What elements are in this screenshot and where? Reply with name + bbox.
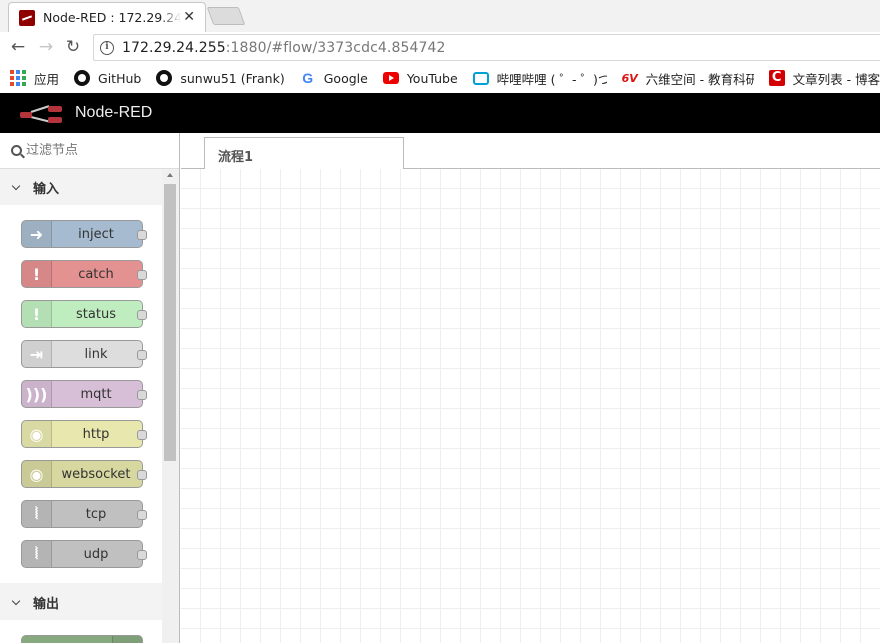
output-port — [137, 270, 147, 280]
github-icon — [156, 70, 173, 86]
bookmark-csdn[interactable]: C 文章列表 - 博客频道 — [768, 69, 880, 88]
palette-node-catch[interactable]: ! catch — [21, 260, 147, 288]
palette-category-input[interactable]: 输入 — [0, 170, 162, 205]
browser-tab[interactable]: Node-RED : 172.29.24.255 ✕ — [8, 2, 206, 32]
node-label: udp — [83, 546, 109, 562]
chevron-down-icon — [11, 596, 21, 606]
search-icon — [11, 145, 22, 156]
bookmark-label: GitHub — [98, 70, 142, 86]
palette-node-udp[interactable]: ⦚ udp — [21, 540, 147, 568]
url-text: 172.29.24.255:1880/#flow/3373cdc4.854742 — [122, 40, 446, 56]
address-bar[interactable]: i 172.29.24.255:1880/#flow/3373cdc4.8547… — [93, 34, 880, 61]
bilibili-icon — [472, 70, 489, 86]
bookmark-6v[interactable]: 6V 六维空间 - 教育科研 — [622, 69, 754, 88]
output-port — [137, 310, 147, 320]
scroll-up-icon[interactable] — [167, 173, 173, 177]
output-port — [137, 430, 147, 440]
scrollbar-thumb[interactable] — [164, 184, 176, 461]
site-info-icon[interactable]: i — [100, 40, 114, 55]
bookmark-apps[interactable]: 应用 — [10, 69, 59, 88]
output-port — [137, 470, 147, 480]
node-label: websocket — [61, 466, 131, 482]
palette-node-link[interactable]: ⇥ link — [21, 340, 147, 368]
node-red-logo-icon — [20, 102, 66, 124]
close-tab-icon[interactable]: ✕ — [183, 9, 195, 25]
palette-node-http[interactable]: ◉ http — [21, 420, 147, 448]
bookmark-label: YouTube — [406, 70, 458, 86]
browser-tab-strip: Node-RED : 172.29.24.255 ✕ — [0, 0, 880, 32]
back-arrow-icon[interactable]: ← — [8, 37, 28, 57]
tab-flow-1[interactable]: 流程1 — [204, 137, 404, 170]
output-port — [137, 390, 147, 400]
palette-node-tcp[interactable]: ⦚ tcp — [21, 500, 147, 528]
bookmark-label: 文章列表 - 博客频道 — [792, 71, 880, 87]
new-tab-button[interactable] — [206, 7, 246, 25]
palette-node-mqtt[interactable]: ))) mqtt — [21, 380, 147, 408]
node-label: catch — [78, 266, 114, 282]
bookmark-bilibili[interactable]: 哔哩哔哩 ( ゜- ゜)つロ — [472, 69, 607, 88]
workspace-tab-bar: 流程1 — [181, 133, 880, 170]
filter-nodes-input[interactable] — [26, 143, 166, 158]
palette-node-websocket[interactable]: ◉ websocket — [21, 460, 147, 488]
node-label: inject — [78, 226, 114, 242]
category-label: 输出 — [33, 597, 60, 612]
url-path: :1880/#flow/3373cdc4.854742 — [225, 39, 446, 56]
forward-arrow-icon[interactable]: → — [36, 37, 56, 57]
flow-canvas[interactable] — [181, 169, 880, 643]
reload-icon[interactable]: ↻ — [63, 37, 83, 57]
palette-category-output[interactable]: 输出 — [0, 585, 162, 620]
node-label: http — [82, 426, 110, 442]
app-title: Node-RED — [75, 104, 153, 121]
bookmark-label: Google — [323, 70, 368, 86]
palette-node-inject[interactable]: ➜ inject — [21, 220, 147, 248]
url-host: 172.29.24.255 — [122, 39, 226, 56]
output-port — [137, 230, 147, 240]
white-globe-icon: ◉ — [22, 421, 52, 447]
youtube-icon — [382, 70, 399, 86]
github-icon — [74, 70, 91, 86]
app-header: Node-RED — [0, 93, 880, 133]
debug-icon — [112, 636, 142, 643]
bookmark-github[interactable]: GitHub — [74, 70, 141, 86]
output-port — [137, 550, 147, 560]
output-port — [137, 350, 147, 360]
inject-icon: ➜ — [22, 221, 52, 247]
browser-tab-title: Node-RED : 172.29.24.255 — [43, 10, 181, 25]
node-label: status — [76, 306, 116, 322]
palette-node-debug[interactable] — [21, 635, 143, 643]
bookmark-sunwu51[interactable]: sunwu51 (Frank) — [156, 70, 285, 86]
palette-category-input-nodes: ➜ inject ! catch ! status ⇥ link ))) mqt… — [0, 205, 162, 583]
link-in-icon: ⇥ — [22, 341, 52, 367]
6v-icon: 6V — [621, 71, 638, 85]
node-label: link — [84, 346, 108, 362]
google-icon: G — [302, 70, 314, 86]
node-palette: 输入 ➜ inject ! catch ! status ⇥ link ))) … — [0, 133, 180, 643]
bookmark-youtube[interactable]: YouTube — [382, 70, 458, 86]
palette-filter — [0, 133, 179, 169]
category-label: 输入 — [33, 182, 60, 197]
bridge-dash-icon: ⦚ — [22, 541, 52, 567]
bridge-dash-icon: ⦚ — [22, 501, 52, 527]
palette-node-status[interactable]: ! status — [21, 300, 147, 328]
bridge-icon: ))) — [22, 381, 52, 407]
apps-icon — [10, 70, 26, 86]
bookmark-label: 六维空间 - 教育科研 — [645, 71, 754, 87]
browser-toolbar: ← → ↻ i 172.29.24.255:1880/#flow/3373cdc… — [0, 32, 880, 62]
output-port — [137, 510, 147, 520]
palette-scrollbar[interactable] — [162, 169, 179, 643]
white-globe-icon: ◉ — [22, 461, 52, 487]
node-label: tcp — [85, 506, 107, 522]
bookmark-label: sunwu51 (Frank) — [180, 70, 285, 86]
chevron-down-icon — [11, 181, 21, 191]
node-red-favicon-icon — [19, 9, 35, 26]
alert-icon: ! — [22, 301, 52, 327]
alert-icon: ! — [22, 261, 52, 287]
node-label: mqtt — [80, 386, 112, 402]
bookmark-label: 应用 — [34, 71, 60, 87]
bookmark-google[interactable]: G Google — [300, 70, 368, 86]
bookmarks-bar: 应用 GitHub sunwu51 (Frank) G Google YouTu… — [0, 64, 880, 92]
bookmark-label: 哔哩哔哩 ( ゜- ゜)つロ — [496, 71, 607, 87]
palette-category-output-nodes — [0, 620, 162, 643]
csdn-icon: C — [768, 70, 785, 86]
